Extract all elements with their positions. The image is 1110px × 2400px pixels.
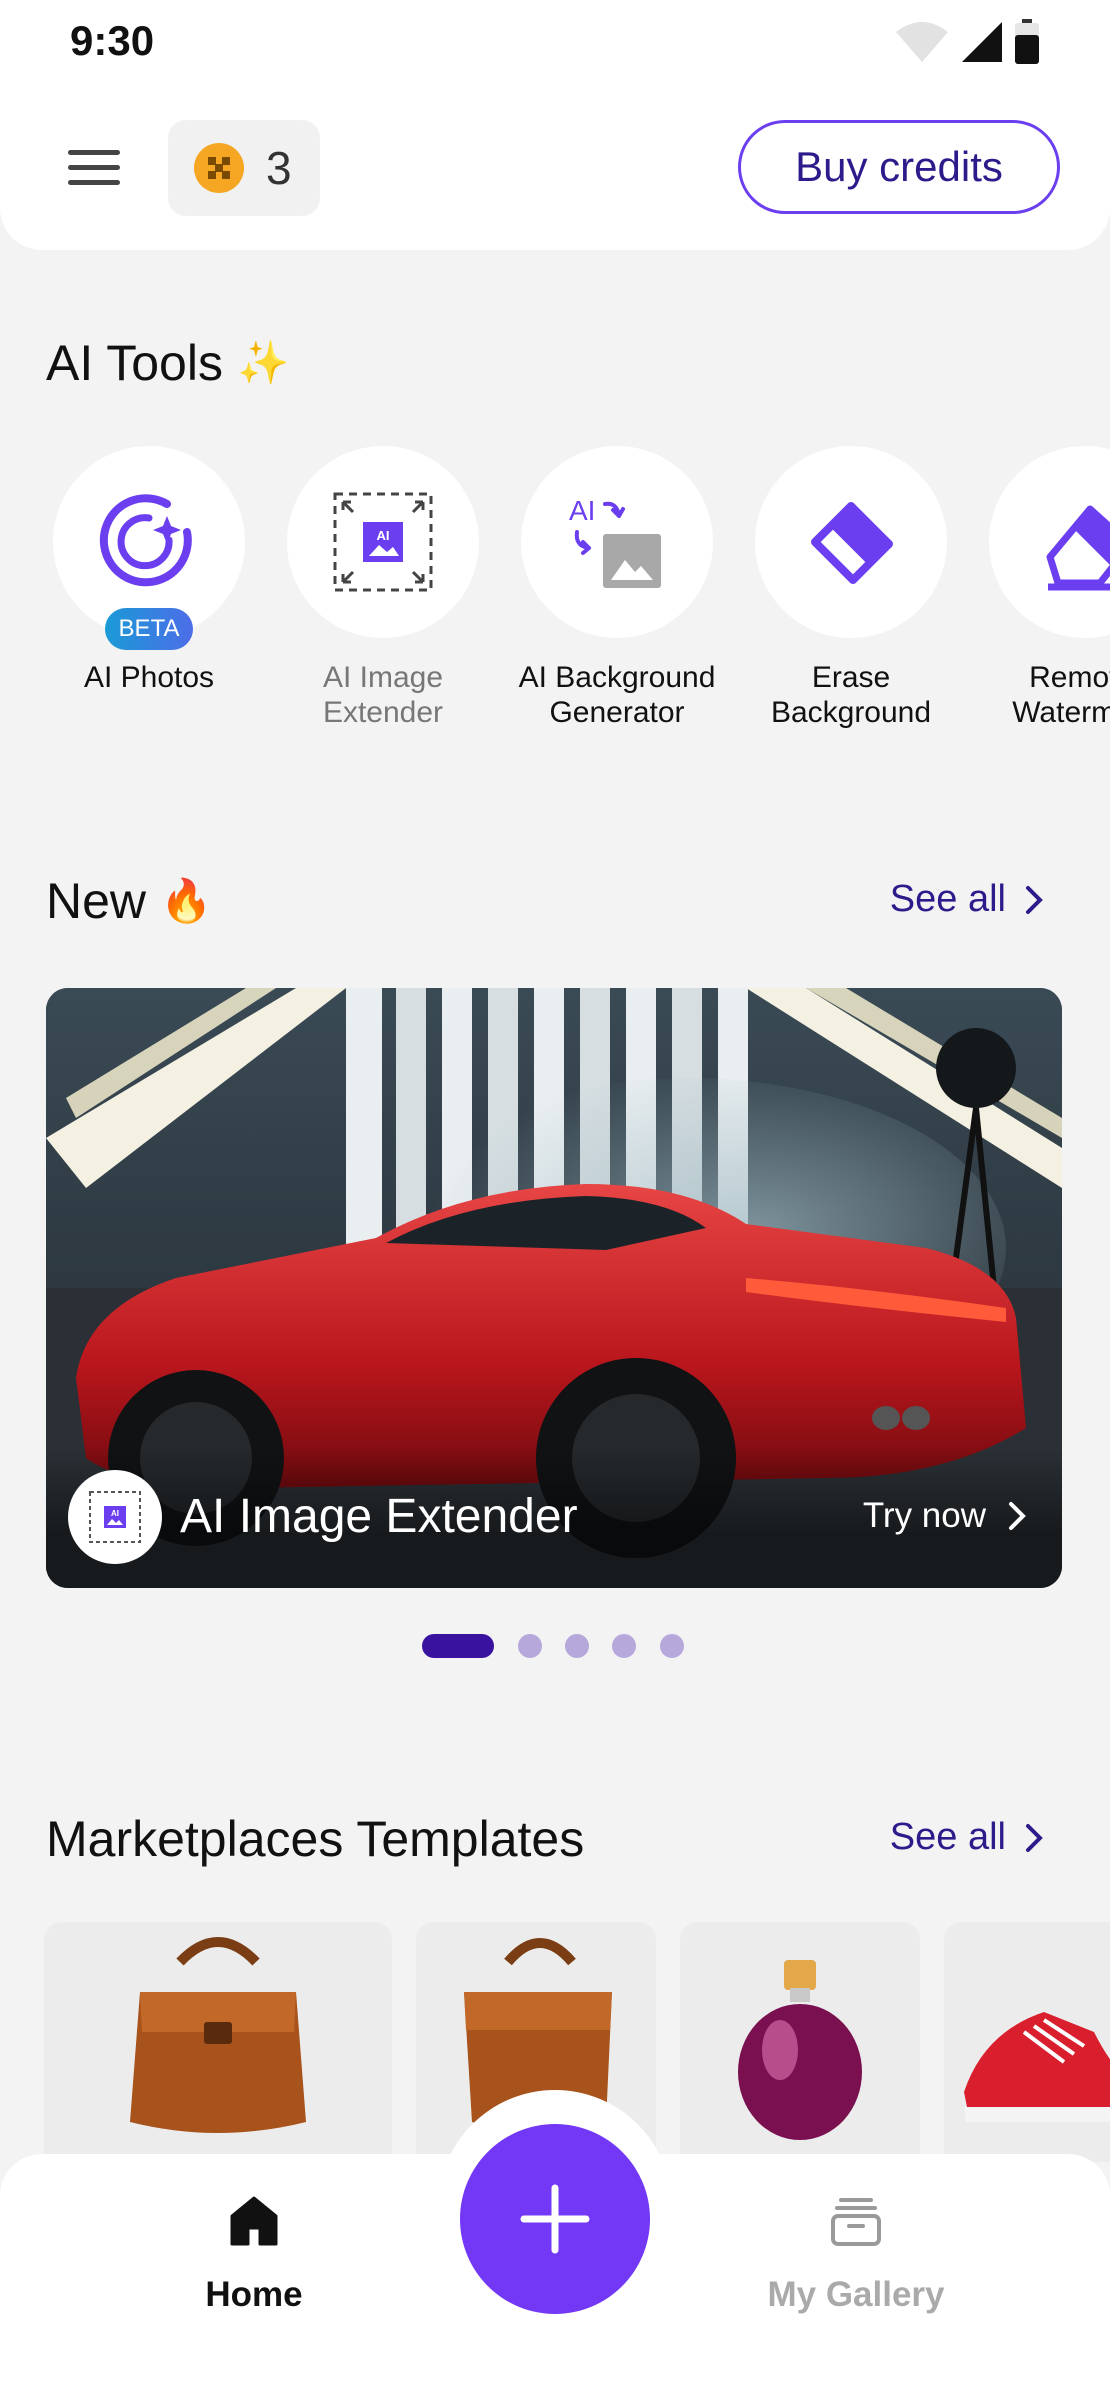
- status-icons: [894, 19, 1040, 65]
- buy-credits-button[interactable]: Buy credits: [738, 120, 1060, 214]
- red-sneakers-image: [964, 2012, 1110, 2122]
- fire-icon: 🔥: [160, 876, 213, 924]
- credits-balance[interactable]: 3: [168, 120, 320, 216]
- chevron-right-icon: [1026, 885, 1043, 914]
- try-now-label: Try now: [862, 1496, 986, 1535]
- sparkles-icon: ✨: [236, 338, 290, 386]
- banner-title: AI Image Extender: [180, 1490, 578, 1543]
- tool-label: Erase Background: [770, 661, 932, 729]
- battery-icon: [1015, 19, 1039, 64]
- ai-photos-icon: [99, 494, 192, 587]
- home-icon: [230, 2196, 278, 2246]
- new-title: New: [46, 873, 147, 929]
- signal-icon: [962, 22, 1002, 62]
- tool-label: AI Image Extender: [322, 661, 444, 729]
- pagination-dot-active[interactable]: [422, 1634, 494, 1658]
- chevron-right-icon: [1009, 1502, 1026, 1530]
- menu-icon[interactable]: [66, 144, 122, 192]
- ai-tools-heading: AI Tools ✨: [46, 334, 289, 392]
- new-heading: New 🔥: [46, 872, 212, 930]
- tool-ai-photos[interactable]: BETA AI Photos: [32, 446, 266, 695]
- create-fab-button[interactable]: [460, 2124, 650, 2314]
- pagination-dot[interactable]: [518, 1634, 542, 1658]
- image-extender-icon: AI: [333, 492, 433, 592]
- credits-count: 3: [266, 142, 292, 194]
- pagination-dot[interactable]: [612, 1634, 636, 1658]
- banner-icon-text: AI: [111, 1509, 119, 1518]
- status-bar: 9:30: [0, 0, 1110, 84]
- carousel-pagination: [0, 1634, 1110, 1660]
- templates-title: Marketplaces Templates: [46, 1811, 585, 1867]
- top-app-bar: 3 Buy credits: [0, 84, 1110, 250]
- gallery-stack-icon: [831, 2198, 881, 2246]
- leather-bag-image: [130, 1937, 306, 2133]
- nav-my-gallery[interactable]: My Gallery: [726, 2194, 986, 2315]
- coin-icon: [194, 143, 244, 193]
- template-card[interactable]: [944, 1922, 1110, 2162]
- nav-home[interactable]: Home: [124, 2194, 384, 2315]
- background-generator-icon: AI: [569, 495, 661, 588]
- perfume-bottle-image: [738, 1960, 862, 2140]
- eraser-icon: [811, 502, 893, 584]
- wifi-icon: [896, 22, 948, 62]
- tool-label: AI Background Generator: [518, 661, 716, 729]
- nav-home-label: Home: [205, 2275, 303, 2314]
- template-card[interactable]: [44, 1922, 392, 2162]
- chevron-right-icon: [1026, 1823, 1043, 1852]
- see-all-label: See all: [889, 878, 1006, 920]
- tool-label: AI Photos: [83, 661, 215, 694]
- pagination-dot[interactable]: [660, 1634, 684, 1658]
- see-all-label: See all: [889, 1816, 1006, 1858]
- tool-label: Remove Watermark: [1012, 661, 1110, 729]
- tool-ai-background-generator[interactable]: AI AI Background Generator: [500, 446, 734, 730]
- new-see-all-link[interactable]: See all: [890, 878, 1044, 921]
- nav-my-gallery-label: My Gallery: [767, 2275, 945, 2314]
- plus-icon: [520, 2184, 590, 2254]
- templates-heading: Marketplaces Templates: [46, 1810, 584, 1868]
- template-card[interactable]: [680, 1922, 920, 2162]
- templates-see-all-link[interactable]: See all: [890, 1816, 1044, 1859]
- promo-banner[interactable]: AI AI Image Extender Try now: [46, 988, 1062, 1588]
- svg-text:AI: AI: [377, 528, 390, 543]
- tool-ai-image-extender[interactable]: AI AI Image Extender: [266, 446, 500, 730]
- watermark-eraser-icon: [1046, 505, 1110, 591]
- tool-erase-background[interactable]: Erase Background: [734, 446, 968, 730]
- tool-remove-watermark[interactable]: Remove Watermark: [968, 446, 1110, 730]
- ai-tools-carousel[interactable]: BETA AI Photos AI AI Image Extender AI A…: [0, 446, 1110, 736]
- ai-tools-title: AI Tools: [46, 335, 223, 391]
- status-time: 9:30: [70, 17, 155, 64]
- svg-text:AI: AI: [569, 495, 595, 526]
- pagination-dot[interactable]: [565, 1634, 589, 1658]
- try-now-button[interactable]: Try now: [863, 1496, 1026, 1536]
- image-extender-badge-icon: AI: [68, 1470, 162, 1564]
- beta-badge: BETA: [105, 608, 193, 650]
